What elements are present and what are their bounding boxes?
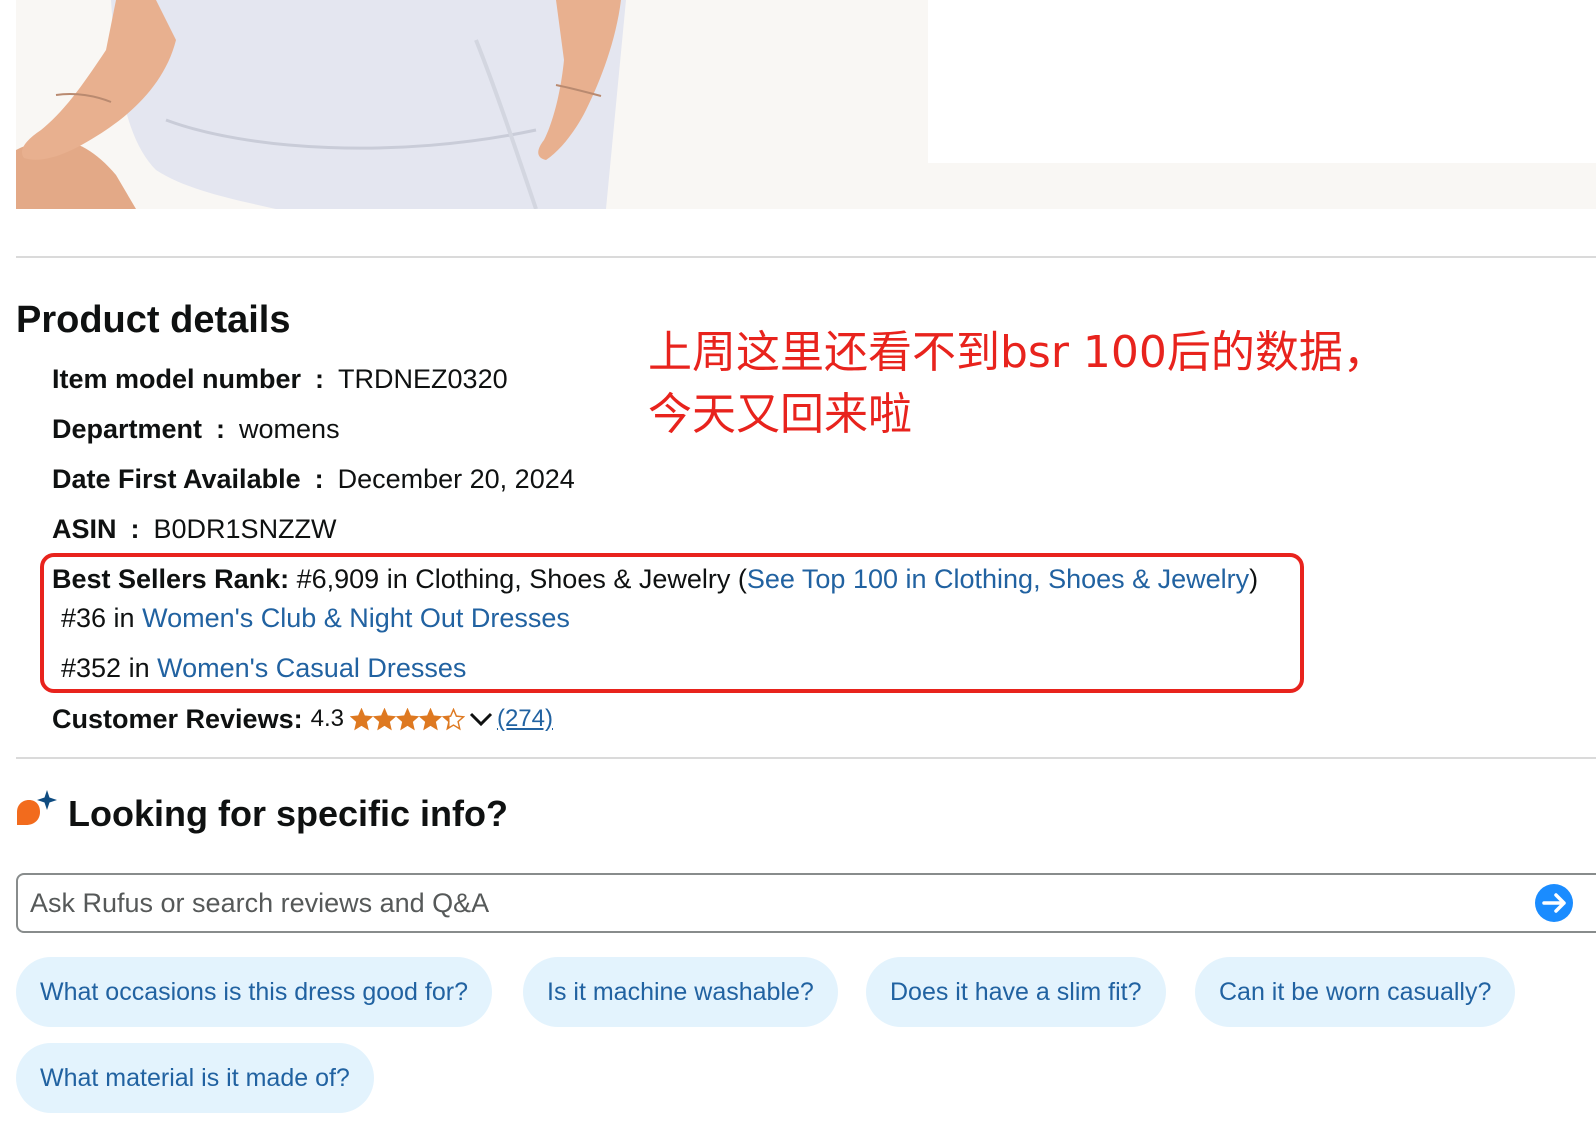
arrow-right-icon	[1542, 893, 1566, 913]
rating-score: 4.3	[310, 705, 344, 732]
suggestion-chip[interactable]: What occasions is this dress good for?	[16, 957, 492, 1027]
search-submit-button[interactable]	[1535, 884, 1573, 922]
detail-label: Department	[52, 414, 203, 444]
rufus-search-input[interactable]	[16, 873, 1596, 933]
review-count-link[interactable]: (274)	[497, 702, 553, 736]
suggestion-chip[interactable]: Is it machine washable?	[523, 957, 838, 1027]
detail-row-department: Department: womens	[52, 412, 340, 446]
sub-rank-row: #36 in Women's Club & Night Out Dresses	[61, 601, 570, 635]
sub-rank-number: #352 in	[61, 653, 158, 683]
suggestion-chip[interactable]: What material is it made of?	[16, 1043, 374, 1113]
section-divider-top	[16, 256, 1596, 258]
customer-reviews-row: Customer Reviews: 4.3 (274)	[52, 702, 553, 736]
detail-separator: :	[130, 514, 140, 544]
product-photo-illustration	[16, 0, 626, 209]
sub-rank-row: #352 in Women's Casual Dresses	[61, 651, 466, 685]
rufus-heading: Looking for specific info?	[68, 793, 508, 834]
detail-label: Date First Available	[52, 464, 301, 494]
best-sellers-rank-label: Best Sellers Rank:	[52, 564, 290, 594]
star-icon	[395, 707, 419, 730]
detail-row-item-model-number: Item model number: TRDNEZ0320	[52, 362, 508, 396]
see-top-100-link[interactable]: See Top 100 in Clothing, Shoes & Jewelry	[747, 564, 1249, 594]
rank-close-paren: )	[1249, 564, 1259, 594]
best-sellers-rank-main: Best Sellers Rank: #6,909 in Clothing, S…	[52, 562, 1258, 596]
sub-rank-category-link[interactable]: Women's Casual Dresses	[157, 653, 466, 683]
rufus-sparkle-icon	[17, 790, 57, 825]
product-image[interactable]	[16, 0, 1596, 209]
star-rating-icon[interactable]	[349, 707, 465, 731]
suggestion-chip[interactable]: Does it have a slim fit?	[866, 957, 1166, 1027]
product-details-heading: Product details	[16, 299, 291, 341]
detail-separator: :	[314, 464, 324, 494]
star-icon	[372, 707, 396, 730]
best-sellers-rank-value: #6,909 in Clothing, Shoes & Jewelry (	[289, 564, 747, 594]
image-panel-blank	[928, 0, 1596, 163]
chevron-down-icon[interactable]	[469, 711, 493, 727]
annotation-note: 上周这里还看不到bsr 100后的数据， 今天又回来啦	[648, 322, 1387, 446]
section-divider-bottom	[16, 757, 1596, 759]
detail-value: B0DR1SNZZW	[153, 514, 337, 544]
star-icon	[349, 707, 373, 730]
sub-rank-category-link[interactable]: Women's Club & Night Out Dresses	[142, 603, 570, 633]
detail-label: ASIN	[52, 514, 117, 544]
detail-value: TRDNEZ0320	[338, 364, 508, 394]
detail-value: womens	[239, 414, 340, 444]
star-icon	[441, 707, 465, 730]
detail-separator: :	[315, 364, 325, 394]
detail-row-date-first-available: Date First Available: December 20, 2024	[52, 462, 575, 496]
star-icon	[418, 707, 442, 730]
detail-row-asin: ASIN: B0DR1SNZZW	[52, 512, 337, 546]
detail-label: Item model number	[52, 364, 302, 394]
customer-reviews-label: Customer Reviews:	[52, 704, 303, 734]
sub-rank-number: #36 in	[61, 603, 143, 633]
suggestion-chip[interactable]: Can it be worn casually?	[1195, 957, 1516, 1027]
annotation-line-2: 今天又回来啦	[648, 389, 912, 440]
detail-separator: :	[216, 414, 226, 444]
detail-value: December 20, 2024	[337, 464, 575, 494]
annotation-line-1: 上周这里还看不到bsr 100后的数据，	[648, 327, 1387, 378]
